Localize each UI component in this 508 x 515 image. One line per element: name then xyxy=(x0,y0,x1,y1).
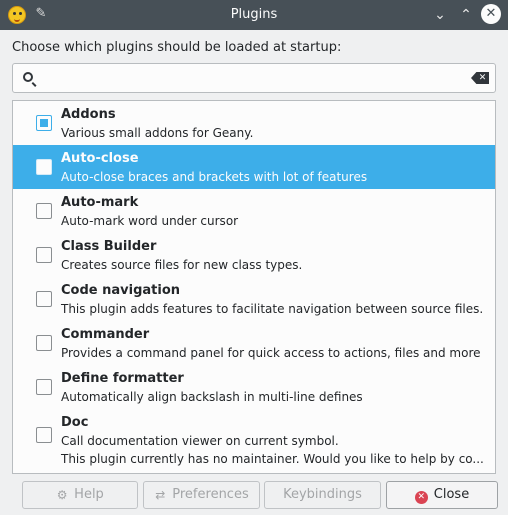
plugin-name: Class Builder xyxy=(61,239,157,254)
plugin-description: Creates source files for new class types… xyxy=(61,258,303,272)
clear-search-icon[interactable]: ✕ xyxy=(471,72,489,84)
preferences-button[interactable]: ⇄ Preferences xyxy=(143,481,260,509)
plugin-checkbox[interactable] xyxy=(36,115,52,131)
close-icon: ✕ xyxy=(414,491,428,504)
help-icon: ⚙ xyxy=(56,488,68,502)
plugin-description: Call documentation viewer on current sym… xyxy=(61,434,339,448)
plugin-description: This plugin adds features to facilitate … xyxy=(61,302,484,316)
plugin-row-code-navigation[interactable]: Code navigation This plugin adds feature… xyxy=(13,277,495,321)
plugin-checkbox[interactable] xyxy=(36,247,52,263)
plugin-name: Auto-close xyxy=(61,151,139,166)
plugin-name: Code navigation xyxy=(61,283,181,298)
plugin-checkbox[interactable] xyxy=(36,159,52,175)
plugin-name: Doc xyxy=(61,415,89,430)
plugin-description: Auto-close braces and brackets with lot … xyxy=(61,170,368,184)
plugin-row-doc[interactable]: Doc Call documentation viewer on current… xyxy=(13,409,495,469)
preferences-button-label: Preferences xyxy=(172,487,249,502)
close-window-icon[interactable]: ✕ xyxy=(481,4,501,24)
plugin-description: Provides a command panel for quick acces… xyxy=(61,346,481,360)
search-input[interactable] xyxy=(43,68,463,88)
minimize-icon[interactable]: ⌄ xyxy=(430,5,450,25)
search-box[interactable]: ✕ xyxy=(12,63,496,93)
close-button[interactable]: ✕ Close xyxy=(386,481,498,509)
title-bar[interactable]: ✎ Plugins ⌄ ⌃ ✕ xyxy=(0,0,508,30)
plugin-list[interactable]: Addons Various small addons for Geany. A… xyxy=(12,100,496,474)
plugin-description: Automatically align backslash in multi-l… xyxy=(61,390,363,404)
search-icon xyxy=(23,72,33,82)
plugin-row-commander[interactable]: Commander Provides a command panel for q… xyxy=(13,321,495,365)
keybindings-button[interactable]: Keybindings xyxy=(264,481,381,509)
plugin-row-addons[interactable]: Addons Various small addons for Geany. xyxy=(13,101,495,145)
help-button[interactable]: ⚙ Help xyxy=(22,481,138,509)
instruction-label: Choose which plugins should be loaded at… xyxy=(12,40,342,55)
plugin-checkbox[interactable] xyxy=(36,335,52,351)
plugin-checkbox[interactable] xyxy=(36,379,52,395)
plugin-row-auto-close[interactable]: Auto-close Auto-close braces and bracket… xyxy=(13,145,495,189)
help-button-label: Help xyxy=(74,487,104,502)
plugin-description: Auto-mark word under cursor xyxy=(61,214,239,228)
preferences-icon: ⇄ xyxy=(155,488,166,502)
plugin-name: Addons xyxy=(61,107,116,122)
plugin-name: Define formatter xyxy=(61,371,184,386)
plugin-checkbox[interactable] xyxy=(36,427,52,443)
plugin-row-class-builder[interactable]: Class Builder Creates source files for n… xyxy=(13,233,495,277)
keybindings-button-label: Keybindings xyxy=(283,487,362,502)
close-button-label: Close xyxy=(433,487,470,502)
plugin-checkbox[interactable] xyxy=(36,291,52,307)
plugin-maintainer-note: This plugin currently has no maintainer.… xyxy=(61,452,484,466)
plugin-name: Auto-mark xyxy=(61,195,139,210)
plugin-name: Commander xyxy=(61,327,150,342)
plugin-description: Various small addons for Geany. xyxy=(61,126,254,140)
plugin-row-define-formatter[interactable]: Define formatter Automatically align bac… xyxy=(13,365,495,409)
plugin-row-auto-mark[interactable]: Auto-mark Auto-mark word under cursor xyxy=(13,189,495,233)
maximize-icon[interactable]: ⌃ xyxy=(456,5,476,25)
plugin-checkbox[interactable] xyxy=(36,203,52,219)
